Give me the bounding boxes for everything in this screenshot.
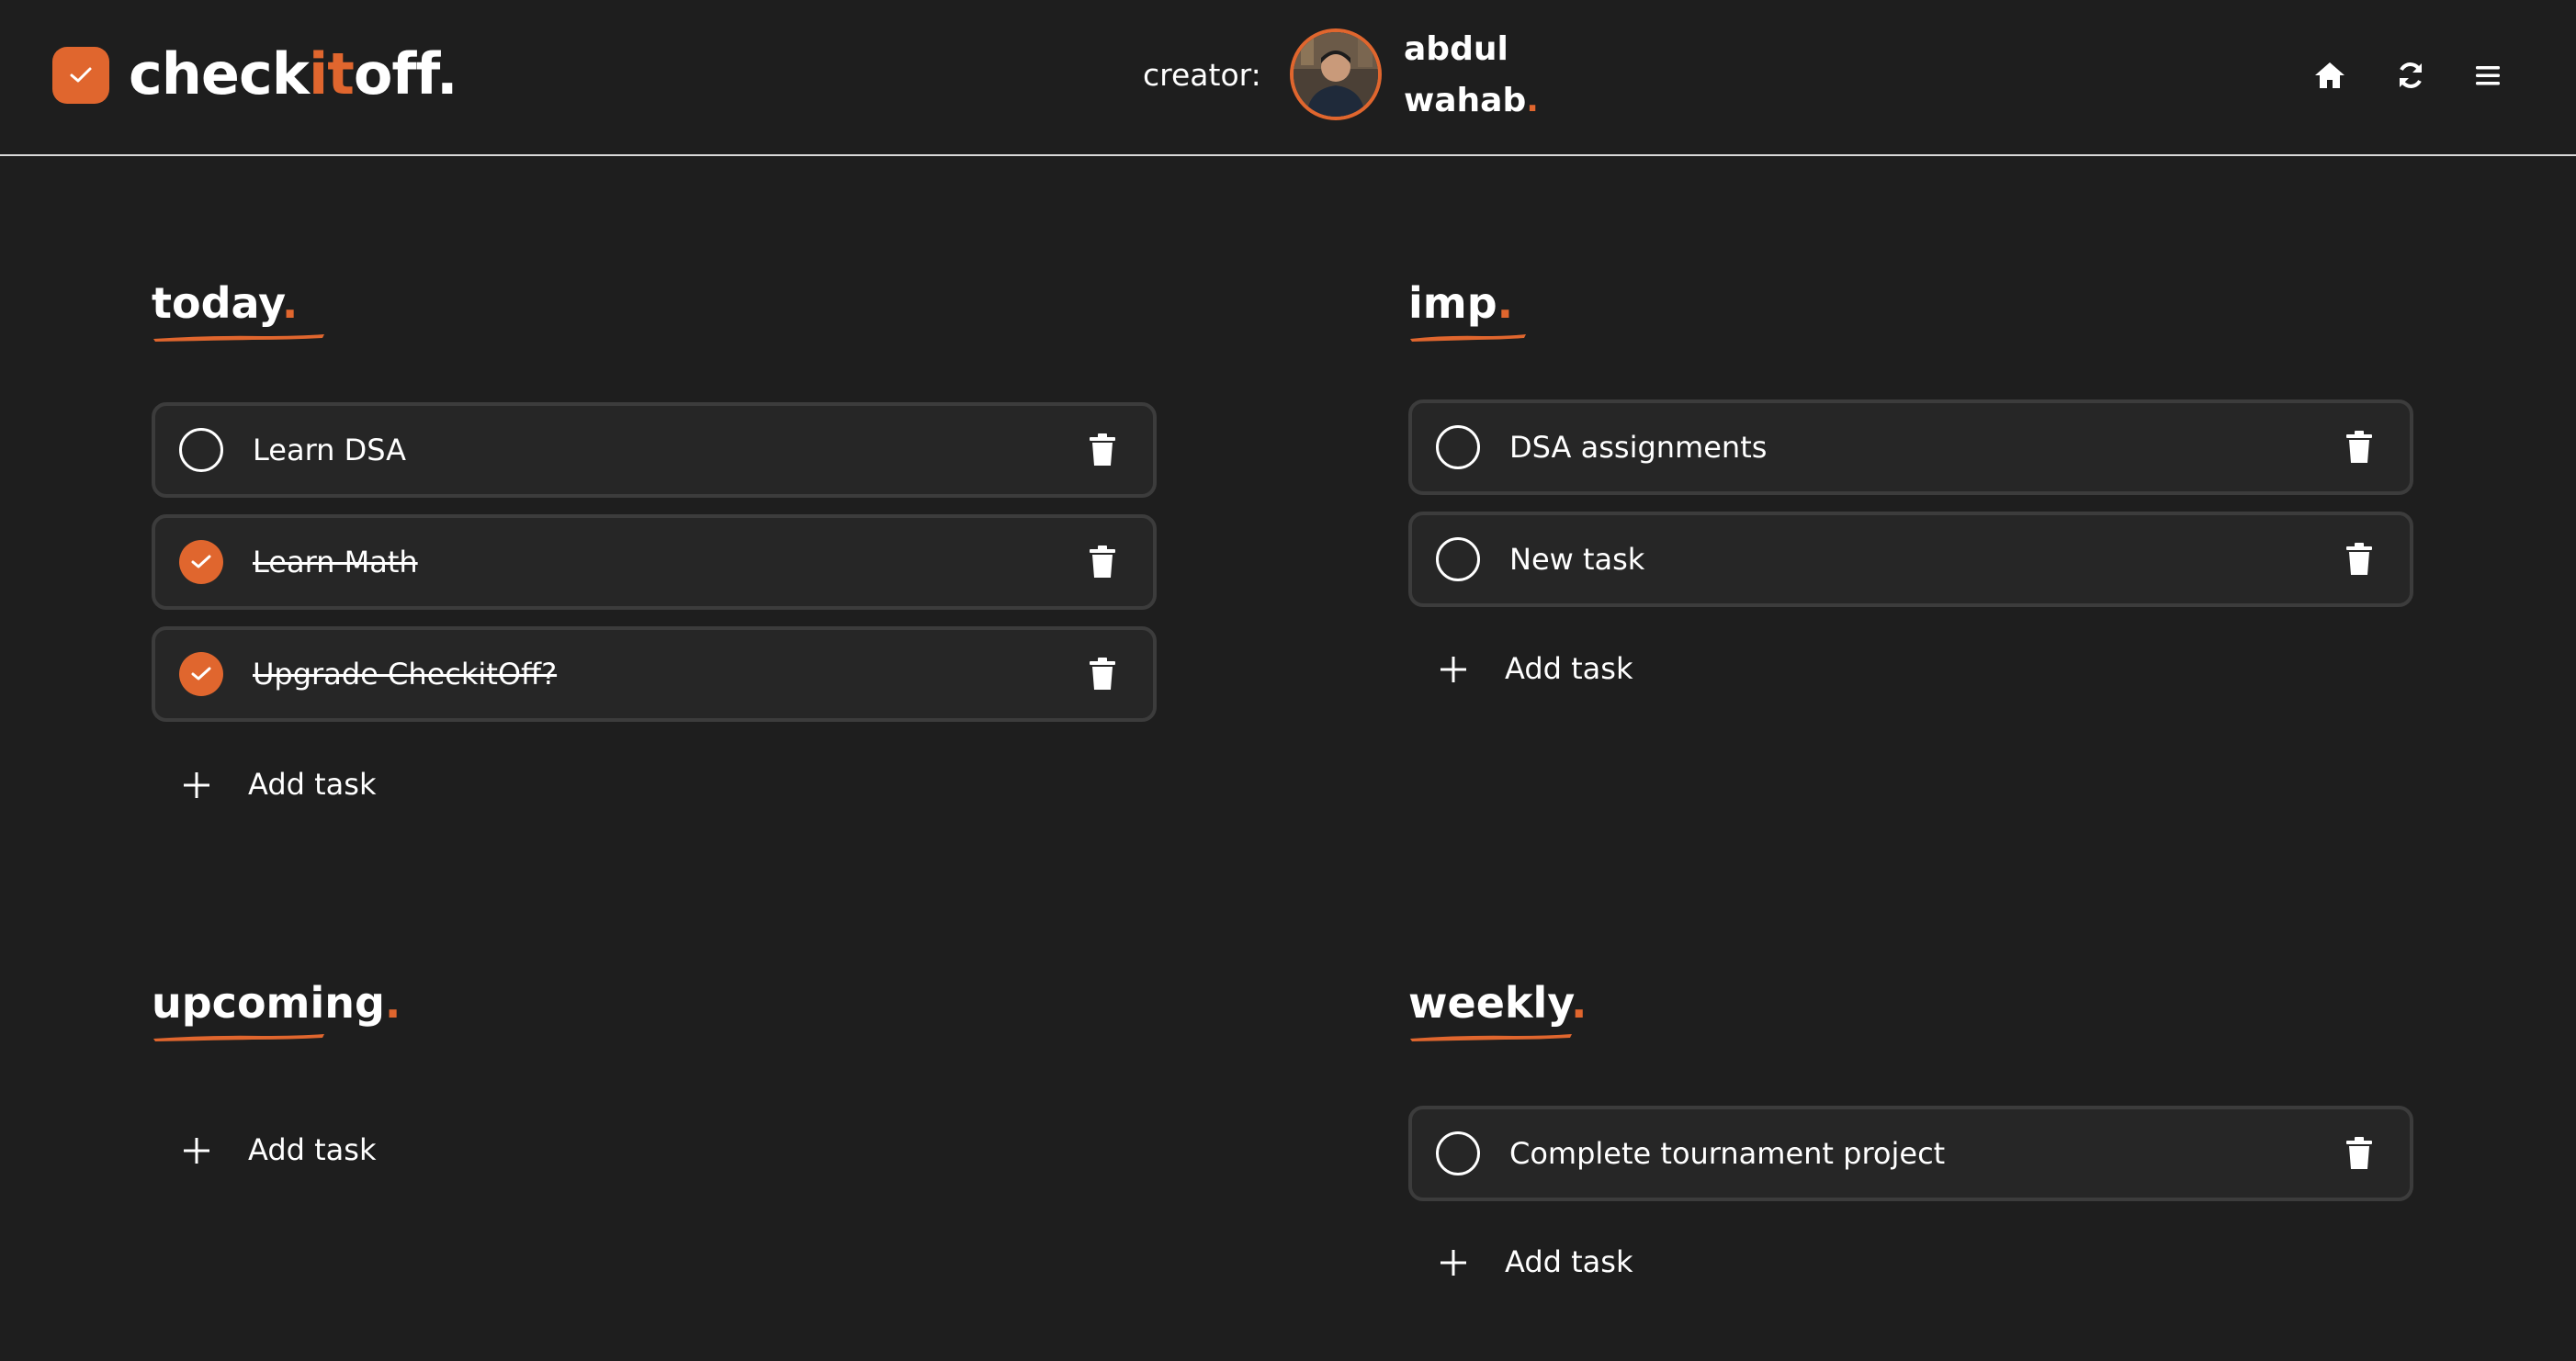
weekly-title-dot: . [1571,978,1587,1028]
task-item[interactable]: Complete tournament project [1408,1106,2413,1201]
add-task-button[interactable]: Add task [152,757,519,812]
plus-icon [1441,657,1466,682]
plus-icon [184,772,209,798]
task-text: Learn Math [253,545,418,579]
task-checkbox-checked[interactable] [179,652,223,696]
add-task-label: Add task [248,767,377,802]
trash-icon[interactable] [2345,1137,2373,1170]
brand-part-off: off. [353,40,458,107]
creator-name: abdul wahab. [1404,24,1539,127]
title-underline [153,334,324,342]
task-text: Learn DSA [253,433,407,467]
trash-icon[interactable] [2345,543,2373,576]
title-underline [153,1034,324,1041]
task-item[interactable]: Learn DSA [152,402,1157,498]
trash-icon[interactable] [1089,658,1116,691]
trash-icon[interactable] [1089,546,1116,579]
section-title-weekly: weekly. [1408,975,1587,1030]
add-task-label: Add task [248,1132,377,1167]
creator-last-name: wahab [1404,82,1527,119]
task-checkbox-checked[interactable] [179,540,223,584]
upcoming-title-dot: . [384,978,401,1028]
task-checkbox[interactable] [1436,425,1480,469]
add-task-button[interactable]: Add task [1408,1234,1776,1289]
add-task-button[interactable]: Add task [152,1122,519,1177]
plus-icon [1441,1250,1466,1276]
refresh-icon[interactable] [2392,57,2429,94]
imp-title-dot: . [1497,278,1514,328]
creator-name-dot: . [1526,82,1539,119]
logo-check-icon [52,47,109,104]
section-title-upcoming: upcoming. [152,975,401,1030]
imp-title-text: imp [1408,278,1497,328]
app-header: checkitoff. creator: abdul wahab. [0,0,2576,156]
upcoming-title-text: upcoming [152,978,385,1028]
creator-first-name: abdul [1404,30,1508,68]
brand-part-check: check [129,40,310,107]
today-title-text: today [152,278,282,328]
task-text: Upgrade CheckitOff? [253,657,558,692]
brand-part-it: it [308,40,355,107]
today-title-dot: . [281,278,299,328]
task-item[interactable]: New task [1408,512,2413,607]
task-text: DSA assignments [1509,430,1768,465]
brand-name: checkitoff. [129,40,458,108]
task-item[interactable]: Learn Math [152,514,1157,610]
title-underline [1410,334,1526,342]
trash-icon[interactable] [1089,433,1116,467]
weekly-title-text: weekly [1408,978,1572,1028]
task-item[interactable]: DSA assignments [1408,399,2413,495]
add-task-button[interactable]: Add task [1408,641,1776,696]
home-icon[interactable] [2311,57,2348,94]
creator-avatar [1290,28,1382,120]
task-checkbox[interactable] [1436,537,1480,581]
plus-icon [184,1138,209,1164]
task-checkbox[interactable] [179,428,223,472]
task-checkbox[interactable] [1436,1131,1480,1175]
trash-icon[interactable] [2345,431,2373,464]
creator-label: creator: [1143,57,1261,93]
add-task-label: Add task [1505,651,1633,686]
section-title-today: today. [152,276,298,331]
title-underline [1410,1034,1572,1041]
add-task-label: Add task [1505,1244,1633,1279]
menu-icon[interactable] [2469,57,2506,94]
task-text: Complete tournament project [1509,1136,1946,1171]
task-text: New task [1509,542,1645,577]
section-title-imp: imp. [1408,276,1513,331]
task-item[interactable]: Upgrade CheckitOff? [152,626,1157,722]
